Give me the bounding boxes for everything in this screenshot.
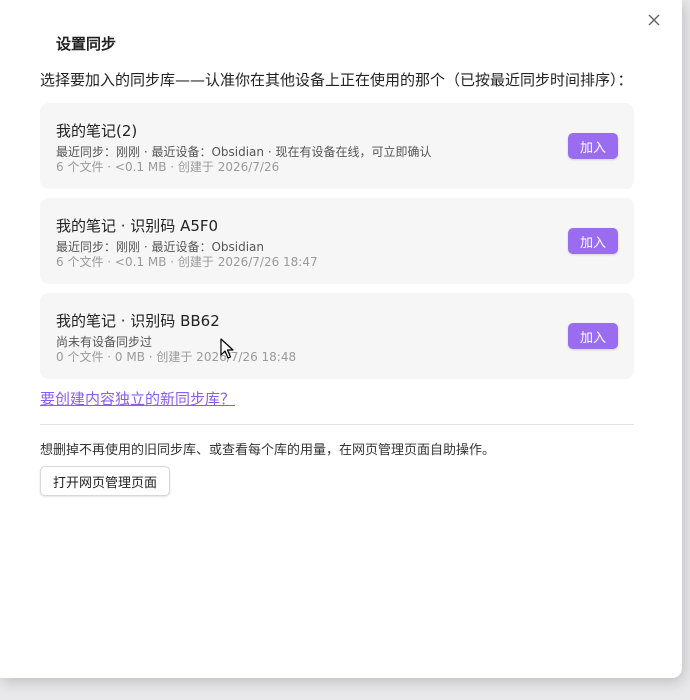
close-icon[interactable] — [644, 10, 664, 30]
vault-name: 我的笔记 · 识别码 BB62 — [56, 312, 220, 330]
join-vault-button[interactable]: 加入 — [568, 323, 618, 349]
open-web-management-button[interactable]: 打开网页管理页面 — [40, 466, 171, 496]
vault-name: 我的笔记(2) — [56, 122, 138, 140]
close-icon-glyph — [648, 14, 660, 26]
vault-card: 我的笔记 · 识别码 BB62 尚未有设备同步过 0 个文件 · 0 MB · … — [40, 293, 634, 379]
dialog-title: 设置同步 — [56, 35, 117, 53]
vault-card: 我的笔记(2) 最近同步：刚刚 · 最近设备：Obsidian · 现在有设备在… — [40, 103, 634, 189]
vault-name: 我的笔记 · 识别码 A5F0 — [56, 217, 219, 235]
select-vault-prompt: 选择要加入的同步库——认准你在其他设备上正在使用的那个（已按最近同步时间排序）： — [40, 71, 633, 89]
mouse-cursor-icon — [220, 338, 234, 359]
create-new-vault-link[interactable]: 要创建内容独立的新同步库？ — [40, 388, 235, 409]
vault-card: 我的笔记 · 识别码 A5F0 最近同步：刚刚 · 最近设备：Obsidian … — [40, 198, 634, 284]
vault-meta: 0 个文件 · 0 MB · 创建于 2026/7/26 18:48 — [56, 350, 297, 364]
vault-meta: 6 个文件 · <0.1 MB · 创建于 2026/7/26 — [56, 160, 280, 174]
divider — [40, 424, 634, 425]
vault-meta: 6 个文件 · <0.1 MB · 创建于 2026/7/26 18:47 — [56, 255, 318, 269]
manage-hint-text: 想删掉不再使用的旧同步库、或查看每个库的用量，在网页管理页面自助操作。 — [40, 443, 496, 458]
sync-setup-dialog: 设置同步 选择要加入的同步库——认准你在其他设备上正在使用的那个（已按最近同步时… — [0, 0, 682, 678]
vault-list: 我的笔记(2) 最近同步：刚刚 · 最近设备：Obsidian · 现在有设备在… — [40, 103, 634, 388]
join-vault-button[interactable]: 加入 — [568, 133, 618, 159]
join-vault-button[interactable]: 加入 — [568, 228, 618, 254]
